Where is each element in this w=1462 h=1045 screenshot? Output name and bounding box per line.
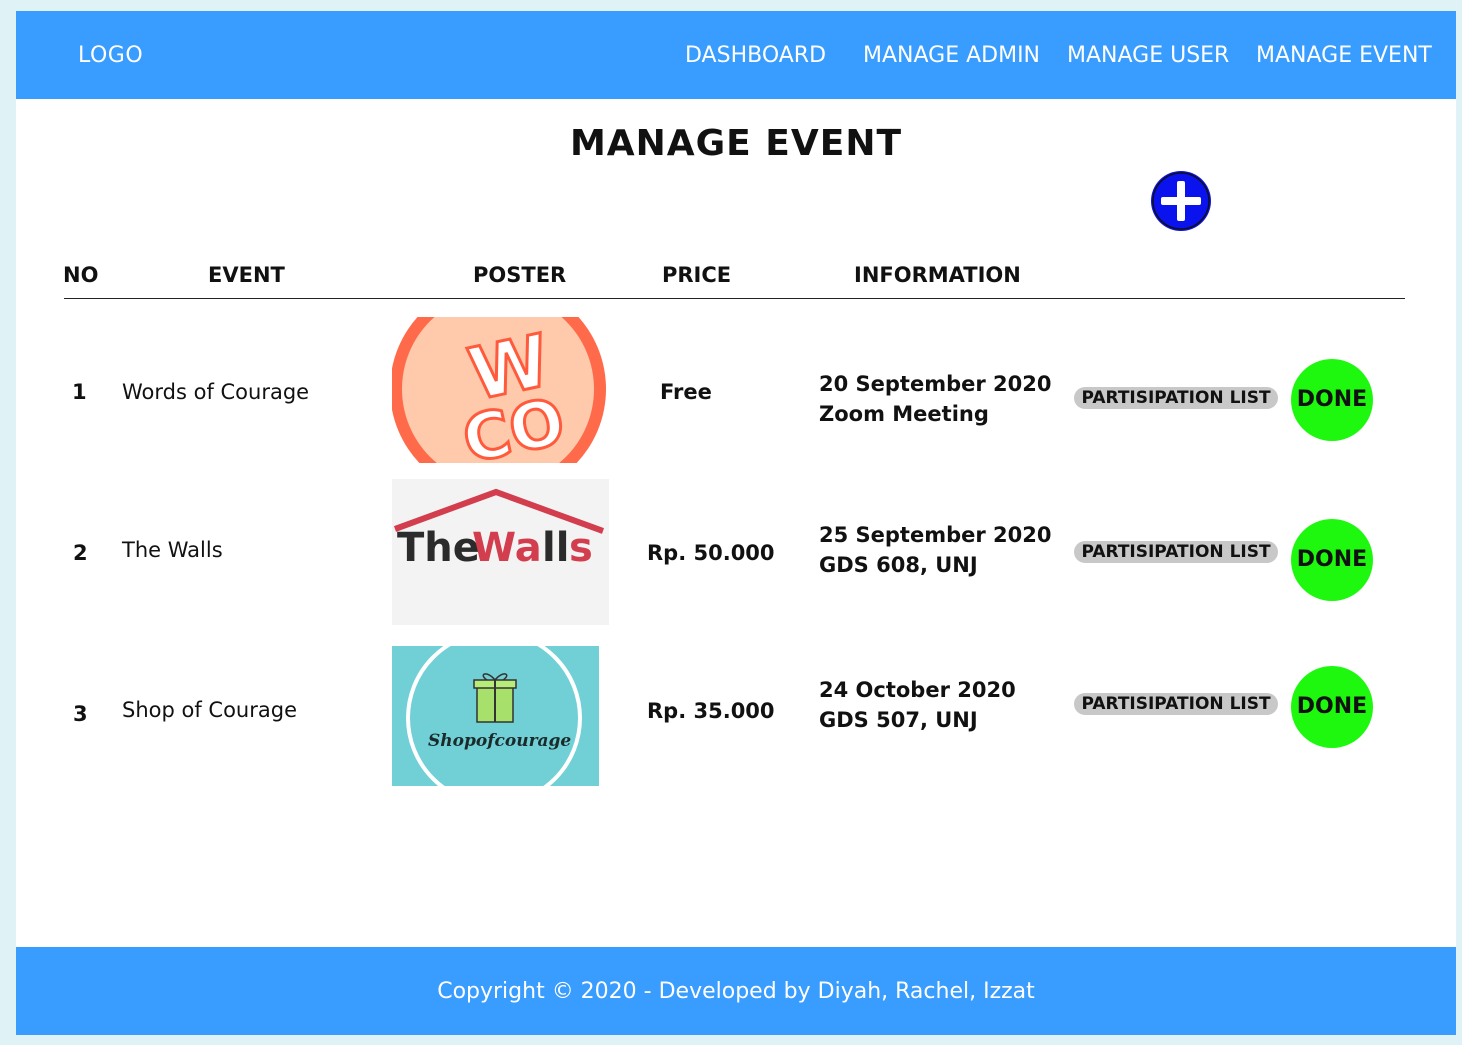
row-event: Shop of Courage <box>122 698 297 722</box>
row-no: 1 <box>72 380 87 404</box>
header-price: PRICE <box>662 263 732 287</box>
poster-text: The <box>397 525 480 571</box>
row-event: The Walls <box>122 538 223 562</box>
header-poster: POSTER <box>473 263 567 287</box>
poster-words-of-courage: W CO <box>392 317 608 463</box>
poster-the-walls: The Wa ll s <box>392 479 609 625</box>
participation-list-button[interactable]: PARTISIPATION LIST <box>1074 541 1278 563</box>
poster-text: s <box>569 525 593 571</box>
logo[interactable]: LOGO <box>78 11 143 99</box>
row-price: Rp. 50.000 <box>647 541 775 565</box>
nav-dashboard[interactable]: DASHBOARD <box>685 11 826 99</box>
done-button[interactable]: DONE <box>1291 519 1373 601</box>
row-price: Rp. 35.000 <box>647 699 775 723</box>
nav-manage-user[interactable]: MANAGE USER <box>1067 11 1229 99</box>
participation-list-button[interactable]: PARTISIPATION LIST <box>1074 693 1278 715</box>
row-event: Words of Courage <box>122 380 310 404</box>
row-no: 2 <box>73 541 88 565</box>
header-event: EVENT <box>208 263 285 287</box>
poster-text: Shopofcourage <box>428 731 571 751</box>
header-no: NO <box>63 263 99 287</box>
done-button[interactable]: DONE <box>1291 666 1373 748</box>
header-information: INFORMATION <box>854 263 1021 287</box>
row-information: 20 September 2020 Zoom Meeting <box>819 369 1052 429</box>
add-event-button[interactable] <box>1151 171 1211 231</box>
poster-text: ll <box>542 525 569 571</box>
row-date: 24 October 2020 <box>819 678 1016 702</box>
row-date: 25 September 2020 <box>819 523 1052 547</box>
row-location: GDS 507, UNJ <box>819 708 978 732</box>
header-divider <box>64 298 1405 299</box>
participation-list-button[interactable]: PARTISIPATION LIST <box>1074 387 1278 409</box>
footer-copyright: Copyright © 2020 - Developed by Diyah, R… <box>437 979 1035 1004</box>
row-location: Zoom Meeting <box>819 402 989 426</box>
footer: Copyright © 2020 - Developed by Diyah, R… <box>16 947 1456 1035</box>
nav-manage-event[interactable]: MANAGE EVENT <box>1256 11 1432 99</box>
row-location: GDS 608, UNJ <box>819 553 978 577</box>
page-title: MANAGE EVENT <box>569 123 903 164</box>
row-date: 20 September 2020 <box>819 372 1052 396</box>
done-button[interactable]: DONE <box>1291 359 1373 441</box>
top-navbar: LOGO DASHBOARD MANAGE ADMIN MANAGE USER … <box>16 11 1456 99</box>
nav-manage-admin[interactable]: MANAGE ADMIN <box>863 11 1040 99</box>
row-price: Free <box>660 380 712 404</box>
poster-shop-of-courage: Shopofcourage <box>392 646 599 786</box>
page-frame: LOGO DASHBOARD MANAGE ADMIN MANAGE USER … <box>16 11 1456 1035</box>
row-information: 24 October 2020 GDS 507, UNJ <box>819 675 1016 735</box>
row-no: 3 <box>73 702 88 726</box>
plus-circle-icon <box>1152 172 1210 230</box>
row-information: 25 September 2020 GDS 608, UNJ <box>819 520 1052 580</box>
poster-text: Wa <box>472 525 542 571</box>
